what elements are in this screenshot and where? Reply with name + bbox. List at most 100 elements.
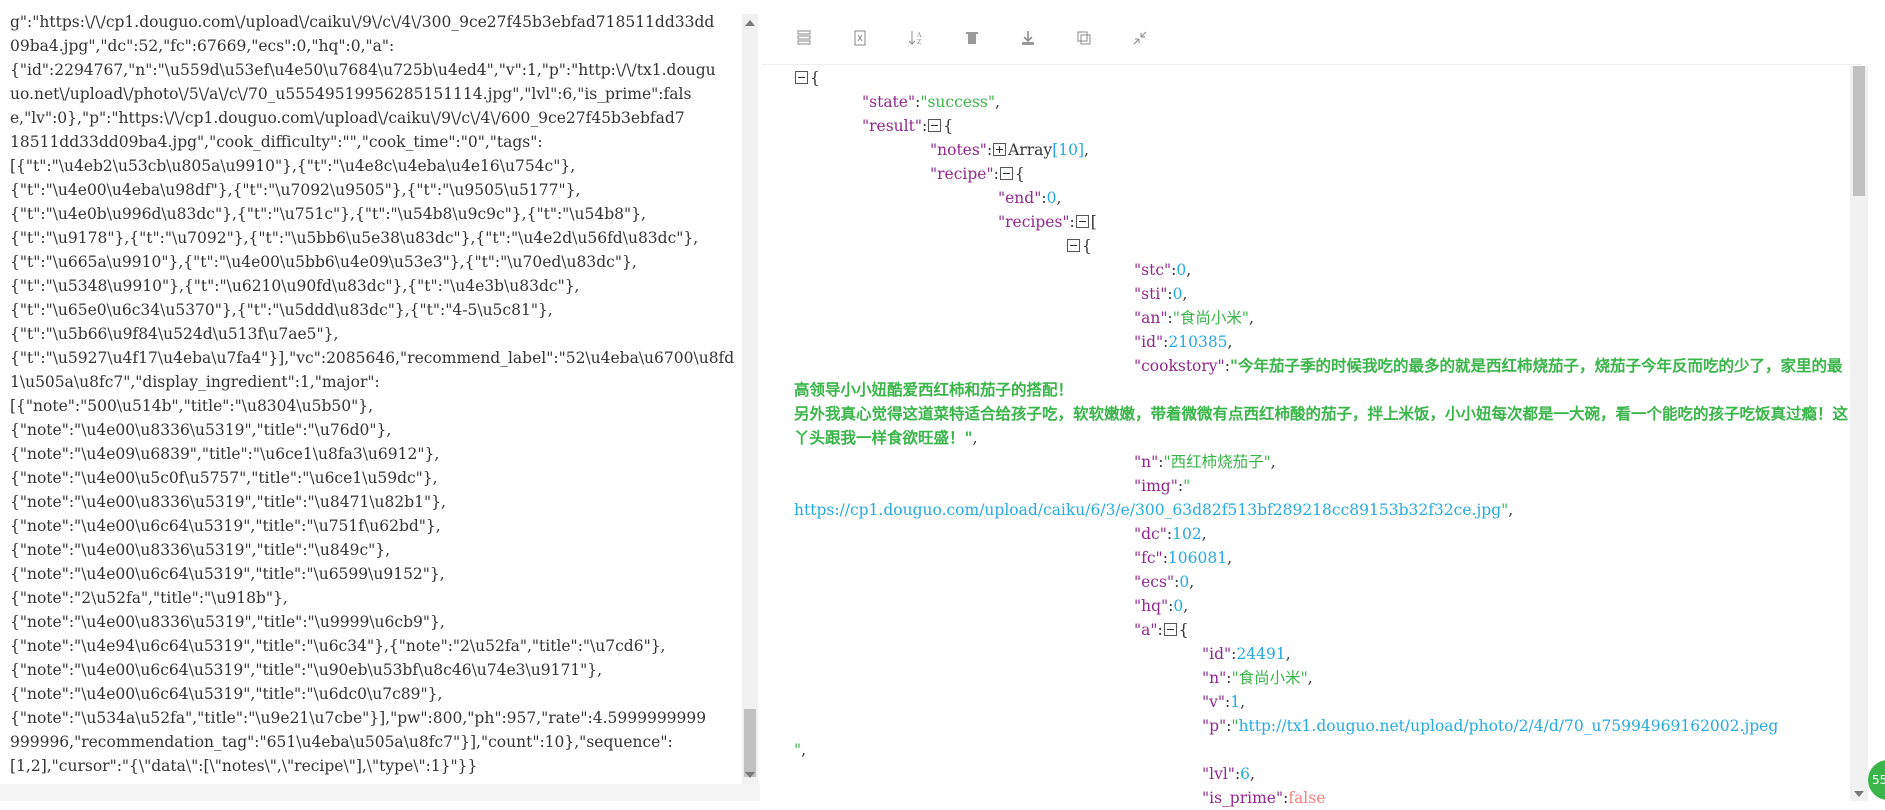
json-row-a-v: "v":1, bbox=[1202, 693, 1246, 711]
format-icon[interactable] bbox=[794, 28, 814, 48]
raw-json-line: {"t":"\u4e00\u4eba\u98df"},{"t":"\u7092\… bbox=[10, 181, 581, 199]
excel-icon[interactable] bbox=[850, 28, 870, 48]
left-scrollbar[interactable] bbox=[742, 14, 758, 784]
download-icon[interactable] bbox=[1018, 28, 1038, 48]
json-row-a-n: "n":"食尚小米", bbox=[1202, 669, 1313, 687]
raw-json-line: {"note":"\u4e00\u8336\u5319","title":"\u… bbox=[10, 421, 392, 439]
json-row-n: "n":"西红柿烧茄子", bbox=[1134, 453, 1276, 471]
raw-json-line: {"note":"\u4e00\u8336\u5319","title":"\u… bbox=[10, 613, 445, 631]
json-key: "lvl" bbox=[1202, 765, 1235, 783]
raw-json-line: {"note":"\u4e09\u6839","title":"\u6ce1\u… bbox=[10, 445, 440, 463]
raw-json-text[interactable]: g":"https:\/\/cp1.douguo.com\/upload\/ca… bbox=[10, 10, 735, 778]
right-scroll-thumb[interactable] bbox=[1853, 66, 1865, 196]
json-root-open: { bbox=[794, 66, 1854, 90]
raw-json-line: [1,2],"cursor":"{\"data\":[\"notes\",\"r… bbox=[10, 757, 478, 775]
json-key: "ecs" bbox=[1134, 573, 1175, 591]
json-value: 6 bbox=[1240, 765, 1251, 783]
json-row-cookstory: "cookstory":"今年茄子季的时候我吃的最多的就是西红柿烧茄子，烧茄子今… bbox=[794, 356, 1843, 399]
sort-icon[interactable]: AZ bbox=[906, 28, 926, 48]
json-key: "v" bbox=[1202, 693, 1226, 711]
json-value: 102 bbox=[1172, 525, 1202, 543]
json-value: 0 bbox=[1046, 189, 1057, 207]
json-row-stc: "stc":0, bbox=[1134, 261, 1192, 279]
json-array-label: Array bbox=[1008, 141, 1053, 159]
json-key: "notes" bbox=[930, 141, 987, 159]
raw-json-line: 1\u505a\u8fc7","display_ingredient":1,"m… bbox=[10, 373, 380, 391]
scroll-down-arrow-icon[interactable] bbox=[1854, 791, 1864, 797]
raw-json-line: e,"lv":0},"p":"https:\/\/cp1.douguo.com\… bbox=[10, 109, 685, 127]
expand-toggle-icon[interactable] bbox=[993, 143, 1007, 156]
collapse-toggle-icon[interactable] bbox=[928, 119, 942, 132]
collapse-toggle-icon[interactable] bbox=[1163, 623, 1177, 636]
scroll-up-arrow-icon[interactable] bbox=[745, 20, 755, 26]
json-row-a-p-end: ", bbox=[794, 741, 807, 759]
json-link[interactable]: http://tx1.douguo.net/upload/photo/2/4/d… bbox=[1239, 717, 1779, 735]
collapse-icon[interactable] bbox=[1130, 28, 1150, 48]
json-row-an: "an":"食尚小米", bbox=[1134, 309, 1254, 327]
scroll-down-arrow-icon[interactable] bbox=[745, 772, 755, 778]
json-key: "n" bbox=[1134, 453, 1159, 471]
json-value: "食尚小米" bbox=[1231, 669, 1308, 687]
json-key: "recipe" bbox=[930, 165, 994, 183]
json-row-a-p: "p":"http://tx1.douguo.net/upload/photo/… bbox=[1202, 717, 1779, 735]
raw-json-pane[interactable]: g":"https:\/\/cp1.douguo.com\/upload\/ca… bbox=[0, 0, 742, 801]
collapse-toggle-icon[interactable] bbox=[795, 71, 808, 84]
json-value: "success" bbox=[920, 93, 995, 111]
json-row-end: "end":0, bbox=[998, 189, 1062, 207]
collapse-toggle-icon[interactable] bbox=[999, 167, 1013, 180]
json-value-cookstory-line2: 另外我真心觉得这道菜特适合给孩子吃，软软嫩嫩，带着微微有点西红柿酸的茄子，拌上米… bbox=[794, 404, 1849, 447]
json-array-count: [10] bbox=[1052, 141, 1085, 159]
json-value: false bbox=[1288, 789, 1326, 807]
copy-icon[interactable] bbox=[1074, 28, 1094, 48]
json-key: "a" bbox=[1134, 621, 1158, 639]
json-key: "fc" bbox=[1134, 549, 1163, 567]
json-key: "hq" bbox=[1134, 597, 1169, 615]
raw-json-line: 18511dd33dd09ba4.jpg","cook_difficulty":… bbox=[10, 133, 543, 151]
raw-json-line: {"id":2294767,"n":"\u559d\u53ef\u4e50\u7… bbox=[10, 61, 716, 79]
json-value: 0 bbox=[1172, 285, 1183, 303]
json-row-img-url: https://cp1.douguo.com/upload/caiku/6/3/… bbox=[794, 501, 1514, 519]
json-row-img: "img":" bbox=[1134, 477, 1191, 495]
json-row-hq: "hq":0, bbox=[1134, 597, 1189, 615]
json-viewer-pane: AZ { "state":"success", "result":{ "note… bbox=[762, 0, 1885, 807]
left-scroll-thumb[interactable] bbox=[744, 709, 756, 777]
raw-json-line: {"note":"\u4e00\u6c64\u5319","title":"\u… bbox=[10, 661, 603, 679]
json-row-recipe: "recipe":{ bbox=[930, 165, 1025, 183]
json-row-cookstory-cont: 另外我真心觉得这道菜特适合给孩子吃，软软嫩嫩，带着微微有点西红柿酸的茄子，拌上米… bbox=[794, 404, 1849, 447]
raw-json-line: {"t":"\u65e0\u6c34\u5370"},{"t":"\u5ddd\… bbox=[10, 301, 553, 319]
raw-json-line: {"t":"\u665a\u9910"},{"t":"\u4e00\u5bb6\… bbox=[10, 253, 637, 271]
json-key: "an" bbox=[1134, 309, 1168, 327]
json-value: 0 bbox=[1179, 573, 1190, 591]
json-key: "is_prime" bbox=[1202, 789, 1284, 807]
right-scrollbar[interactable] bbox=[1850, 66, 1868, 801]
json-row-a-id: "id":24491, bbox=[1202, 645, 1291, 663]
json-key: "stc" bbox=[1134, 261, 1172, 279]
raw-json-line: {"note":"\u4e00\u6c64\u5319","title":"\u… bbox=[10, 517, 441, 535]
json-value: 210385 bbox=[1168, 333, 1228, 351]
json-row-dc: "dc":102, bbox=[1134, 525, 1207, 543]
json-key: "img" bbox=[1134, 477, 1178, 495]
raw-json-line: {"note":"\u4e00\u6c64\u5319","title":"\u… bbox=[10, 565, 445, 583]
collapse-toggle-icon[interactable] bbox=[1067, 239, 1080, 252]
json-row-object-open: { bbox=[794, 234, 1854, 258]
svg-text:Z: Z bbox=[917, 39, 921, 46]
raw-json-line: {"note":"\u4e00\u6c64\u5319","title":"\u… bbox=[10, 685, 443, 703]
json-value: 1 bbox=[1230, 693, 1241, 711]
json-row-a-lvl: "lvl":6, bbox=[1202, 765, 1255, 783]
left-bottom-bar bbox=[0, 784, 760, 801]
collapse-toggle-icon[interactable] bbox=[1075, 215, 1089, 228]
json-key: "dc" bbox=[1134, 525, 1167, 543]
json-key: "cookstory" bbox=[1134, 357, 1225, 375]
json-link[interactable]: https://cp1.douguo.com/upload/caiku/6/3/… bbox=[794, 501, 1501, 519]
raw-json-line: {"note":"\u4e94\u6c64\u5319","title":"\u… bbox=[10, 637, 666, 655]
raw-json-line: {"note":"\u4e00\u5c0f\u5757","title":"\u… bbox=[10, 469, 438, 487]
raw-json-line: {"note":"\u4e00\u8336\u5319","title":"\u… bbox=[10, 541, 391, 559]
json-key: "sti" bbox=[1134, 285, 1168, 303]
raw-json-line: {"t":"\u5348\u9910"},{"t":"\u6210\u90fd\… bbox=[10, 277, 580, 295]
raw-json-line: {"note":"\u534a\u52fa","title":"\u9e21\u… bbox=[10, 709, 707, 727]
json-tree: { "state":"success", "result":{ "notes":… bbox=[794, 66, 1854, 810]
json-row-state: "state":"success", bbox=[862, 93, 1000, 111]
delete-icon[interactable] bbox=[962, 28, 982, 48]
raw-json-line: 09ba4.jpg","dc":52,"fc":67669,"ecs":0,"h… bbox=[10, 37, 395, 55]
raw-json-line: {"t":"\u5927\u4f17\u4eba\u7fa4"}],"vc":2… bbox=[10, 349, 735, 367]
